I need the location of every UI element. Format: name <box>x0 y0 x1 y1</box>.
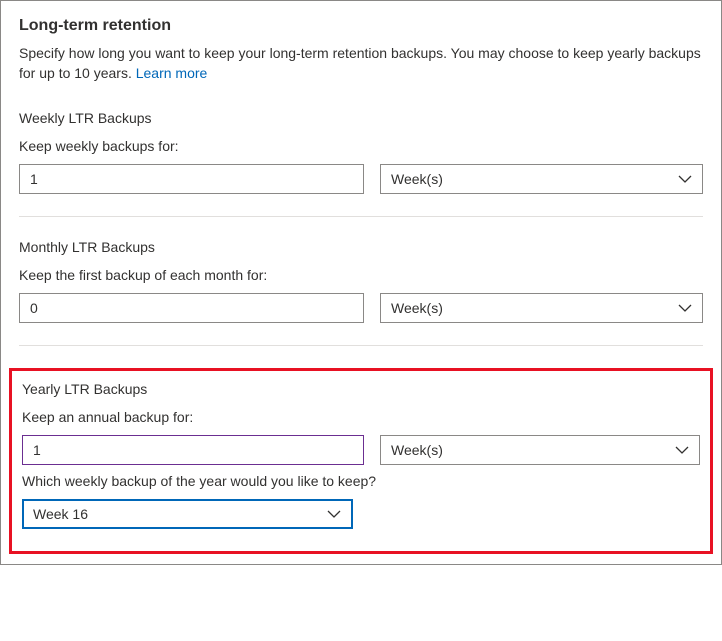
monthly-group: Monthly LTR Backups Keep the first backu… <box>19 239 703 323</box>
yearly-which-select[interactable]: Week 16 <box>22 499 353 529</box>
yearly-unit-select[interactable]: Week(s) <box>380 435 700 465</box>
yearly-which-value: Week 16 <box>33 506 88 522</box>
monthly-value-input[interactable] <box>19 293 364 323</box>
divider <box>19 345 703 346</box>
yearly-which-label: Which weekly backup of the year would yo… <box>22 473 700 489</box>
yearly-group: Yearly LTR Backups Keep an annual backup… <box>22 381 700 529</box>
yearly-which-row: Week 16 <box>22 499 700 529</box>
divider <box>19 216 703 217</box>
weekly-unit-select[interactable]: Week(s) <box>380 164 703 194</box>
chevron-down-icon <box>678 301 692 315</box>
yearly-row: Week(s) <box>22 435 700 465</box>
weekly-label: Keep weekly backups for: <box>19 138 703 154</box>
weekly-value-input[interactable] <box>19 164 364 194</box>
chevron-down-icon <box>327 507 341 521</box>
yearly-heading: Yearly LTR Backups <box>22 381 700 397</box>
weekly-row: Week(s) <box>19 164 703 194</box>
monthly-label: Keep the first backup of each month for: <box>19 267 703 283</box>
panel-description: Specify how long you want to keep your l… <box>19 43 703 84</box>
weekly-unit-select-wrap: Week(s) <box>380 164 703 194</box>
description-text: Specify how long you want to keep your l… <box>19 45 701 81</box>
weekly-group: Weekly LTR Backups Keep weekly backups f… <box>19 110 703 194</box>
monthly-heading: Monthly LTR Backups <box>19 239 703 255</box>
weekly-heading: Weekly LTR Backups <box>19 110 703 126</box>
monthly-unit-value: Week(s) <box>391 300 443 316</box>
weekly-unit-value: Week(s) <box>391 171 443 187</box>
yearly-label: Keep an annual backup for: <box>22 409 700 425</box>
learn-more-link[interactable]: Learn more <box>136 65 208 81</box>
ltr-panel: Long-term retention Specify how long you… <box>0 0 722 565</box>
monthly-unit-select[interactable]: Week(s) <box>380 293 703 323</box>
monthly-row: Week(s) <box>19 293 703 323</box>
chevron-down-icon <box>678 172 692 186</box>
yearly-unit-select-wrap: Week(s) <box>380 435 700 465</box>
yearly-highlight: Yearly LTR Backups Keep an annual backup… <box>9 368 713 554</box>
chevron-down-icon <box>675 443 689 457</box>
monthly-unit-select-wrap: Week(s) <box>380 293 703 323</box>
yearly-value-input[interactable] <box>22 435 364 465</box>
yearly-unit-value: Week(s) <box>391 442 443 458</box>
panel-title: Long-term retention <box>19 17 703 35</box>
